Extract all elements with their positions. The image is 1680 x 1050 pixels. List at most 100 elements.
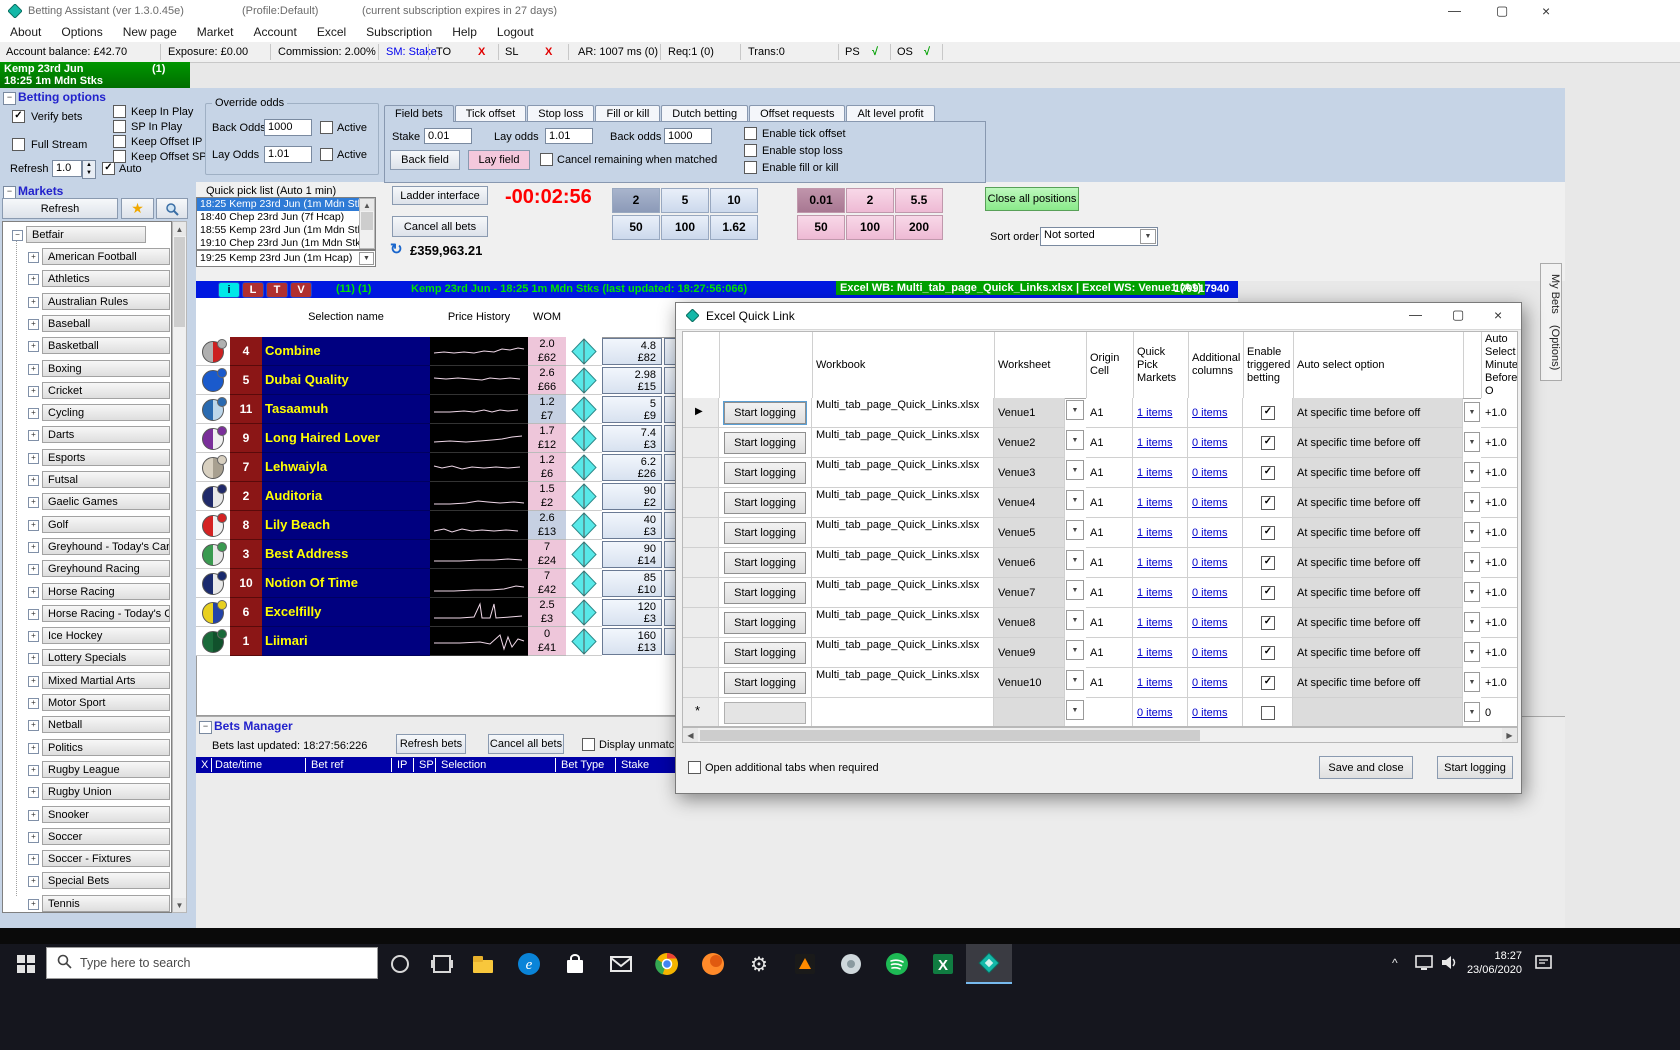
markets-scrollbar[interactable]: ▲ ▼	[172, 221, 187, 913]
lay-odds-input[interactable]: 1.01	[264, 146, 312, 163]
quick-pick-items-link[interactable]: 1 items	[1137, 527, 1172, 539]
quick-pick-items-link[interactable]: 1 items	[1137, 587, 1172, 599]
start-logging-button[interactable]: Start logging	[724, 462, 806, 484]
cancel-remaining-checkbox[interactable]: ✓	[540, 153, 553, 166]
additional-items-link[interactable]: 0 items	[1192, 407, 1227, 419]
menu-item-help[interactable]: Help	[442, 25, 487, 39]
tree-node-greyhound-today-s-card[interactable]: Greyhound - Today's Card	[42, 538, 170, 555]
tree-expand-icon[interactable]: +	[28, 720, 39, 731]
dialog-minimize-button[interactable]: —	[1409, 307, 1422, 322]
back-price-button[interactable]: 5£9	[602, 396, 662, 423]
volume-icon[interactable]	[1440, 954, 1460, 975]
back-price-button[interactable]: 4.8£82	[602, 338, 662, 365]
diamond-cell[interactable]	[566, 540, 602, 569]
betting-options-collapse[interactable]: −	[3, 92, 16, 105]
triggered-betting-checkbox[interactable]: ✓	[1261, 496, 1275, 510]
tab-stop-loss[interactable]: Stop loss	[527, 105, 594, 122]
tree-node-australian-rules[interactable]: Australian Rules	[42, 293, 170, 310]
lay-stake-button-200[interactable]: 200	[895, 215, 943, 240]
lay-odds-active-checkbox[interactable]: ✓	[320, 148, 333, 161]
auto-select-dropdown-icon[interactable]: ▼	[1464, 642, 1480, 662]
back-odds-input[interactable]: 1000	[264, 119, 312, 136]
diamond-cell[interactable]	[566, 395, 602, 424]
taskbar-icon-file-explorer[interactable]	[460, 944, 506, 984]
tree-node-gaelic-games[interactable]: Gaelic Games	[42, 493, 170, 510]
auto-select-dropdown-icon[interactable]: ▼	[1464, 672, 1480, 692]
start-logging-button[interactable]: Start logging	[724, 642, 806, 664]
tree-expand-icon[interactable]: +	[28, 832, 39, 843]
triggered-betting-checkbox[interactable]: ✓	[1261, 646, 1275, 660]
dialog-close-button[interactable]: ×	[1494, 307, 1502, 323]
tree-node-athletics[interactable]: Athletics	[42, 270, 170, 287]
triggered-betting-checkbox[interactable]: ✓	[1261, 436, 1275, 450]
worksheet-value[interactable]: Venue10	[994, 668, 1064, 689]
auto-select-dropdown-icon[interactable]: ▼	[1464, 582, 1480, 602]
scroll-up-icon[interactable]: ▲	[173, 222, 186, 236]
tree-expand-icon[interactable]: +	[28, 364, 39, 375]
tree-expand-icon[interactable]: +	[28, 430, 39, 441]
quick-pick-items-link[interactable]: 0 items	[1137, 707, 1172, 719]
tree-expand-icon[interactable]: +	[28, 810, 39, 821]
tree-node-cricket[interactable]: Cricket	[42, 382, 170, 399]
back-stake-button-100[interactable]: 100	[661, 215, 709, 240]
market-search-icon[interactable]	[156, 198, 188, 219]
tree-node-rugby-union[interactable]: Rugby Union	[42, 783, 170, 800]
quick-pick-scrollbar[interactable]: ▲	[359, 198, 375, 249]
tree-expand-icon[interactable]: +	[28, 453, 39, 464]
back-price-button[interactable]: 90£14	[602, 541, 662, 568]
menu-item-market[interactable]: Market	[187, 25, 244, 39]
keep-offset-sp-checkbox[interactable]: ✓	[113, 150, 126, 163]
tree-expand-icon[interactable]: +	[28, 252, 39, 263]
back-price-button[interactable]: 85£10	[602, 570, 662, 597]
tree-node-esports[interactable]: Esports	[42, 449, 170, 466]
minimize-button[interactable]: —	[1448, 3, 1461, 18]
back-stake-button-2[interactable]: 2	[612, 188, 660, 213]
auto-select-dropdown-icon[interactable]: ▼	[1464, 552, 1480, 572]
runner-name[interactable]: Tasaamuh	[262, 395, 430, 424]
menu-item-subscription[interactable]: Subscription	[356, 25, 442, 39]
worksheet-dropdown-icon[interactable]: ▼	[1066, 640, 1084, 660]
tree-expand-icon[interactable]: +	[28, 587, 39, 598]
quick-pick-items-link[interactable]: 1 items	[1137, 677, 1172, 689]
taskbar-icon-app-orange[interactable]	[782, 944, 828, 984]
tree-node-soccer[interactable]: Soccer	[42, 828, 170, 845]
diamond-cell[interactable]	[566, 598, 602, 627]
auto-select-dropdown-icon[interactable]: ▼	[1464, 402, 1480, 422]
quick-pick-items-link[interactable]: 1 items	[1137, 497, 1172, 509]
network-icon[interactable]	[1414, 954, 1434, 975]
tree-node-darts[interactable]: Darts	[42, 426, 170, 443]
taskbar-icon-spotify[interactable]	[874, 944, 920, 984]
worksheet-dropdown-icon[interactable]: ▼	[1066, 520, 1084, 540]
worksheet-value[interactable]: Venue8	[994, 608, 1064, 629]
refresh-spinner[interactable]: ▲▼	[82, 160, 96, 179]
menu-item-options[interactable]: Options	[51, 25, 112, 39]
tree-expand-icon[interactable]: +	[28, 520, 39, 531]
worksheet-value[interactable]: Venue6	[994, 548, 1064, 569]
taskbar-search-box[interactable]: Type here to search	[46, 947, 378, 979]
tree-node-ice-hockey[interactable]: Ice Hockey	[42, 627, 170, 644]
worksheet-value[interactable]: Venue1	[994, 398, 1064, 419]
refresh-interval-input[interactable]: 1.0	[52, 160, 82, 177]
back-price-button[interactable]: 160£13	[602, 628, 662, 655]
worksheet-value[interactable]: Venue7	[994, 578, 1064, 599]
auto-select-dropdown-icon[interactable]: ▼	[1464, 432, 1480, 452]
task-view-icon[interactable]	[430, 952, 454, 979]
tree-expand-icon[interactable]: +	[28, 876, 39, 887]
bets-cancel-all-button[interactable]: Cancel all bets	[488, 734, 564, 754]
taskbar-icon-store[interactable]	[552, 944, 598, 984]
tree-node-mixed-martial-arts[interactable]: Mixed Martial Arts	[42, 672, 170, 689]
lay-stake-button-5.5[interactable]: 5.5	[895, 188, 943, 213]
quick-pick-item[interactable]: 18:40 Chep 23rd Jun (7f Hcap)	[197, 211, 375, 224]
scroll-left-icon[interactable]: ◀	[683, 728, 698, 742]
back-price-button[interactable]: 2.98£15	[602, 367, 662, 394]
tree-node-betfair[interactable]: Betfair	[26, 226, 146, 243]
triggered-betting-checkbox[interactable]: ✓	[1261, 556, 1275, 570]
chevron-down-icon[interactable]: ▼	[1140, 229, 1156, 244]
start-logging-button[interactable]: Start logging	[724, 672, 806, 694]
tree-expand-icon[interactable]: +	[28, 698, 39, 709]
worksheet-dropdown-icon[interactable]: ▼	[1066, 700, 1084, 720]
menu-item-logout[interactable]: Logout	[487, 25, 544, 39]
diamond-cell[interactable]	[566, 482, 602, 511]
back-field-button[interactable]: Back field	[390, 150, 460, 170]
tab-offset-requests[interactable]: Offset requests	[749, 105, 845, 122]
